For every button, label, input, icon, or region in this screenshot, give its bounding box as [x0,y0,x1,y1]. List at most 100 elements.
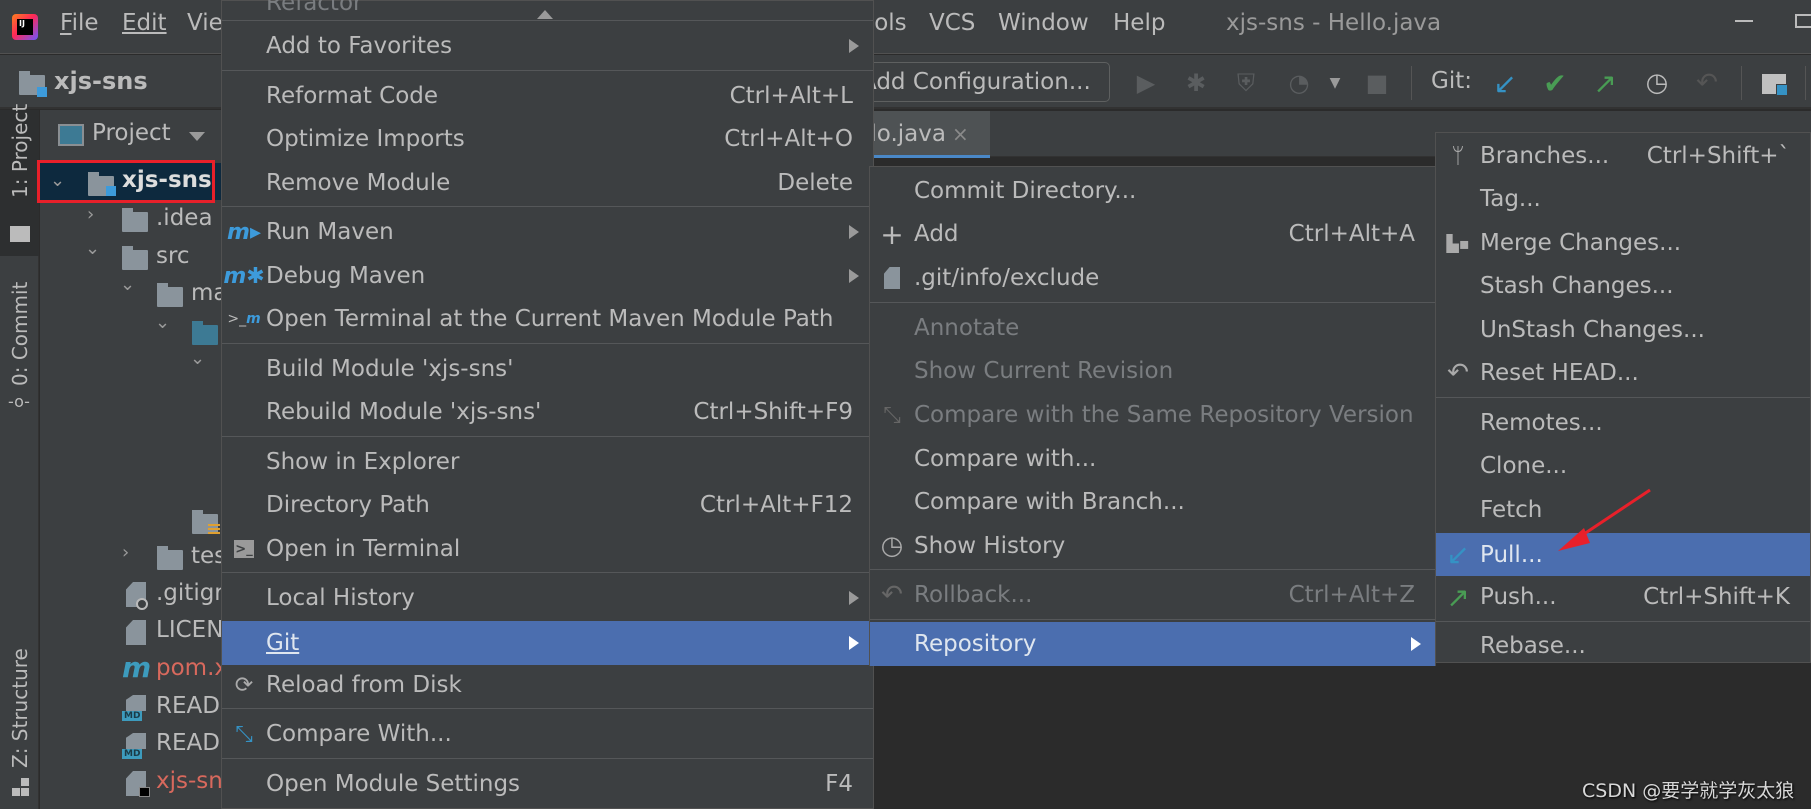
menu-item-compare-same-repo-version[interactable]: ⤡ Compare with the Same Repository Versio… [870,395,1435,435]
rollback-icon[interactable]: ↶ [1694,68,1720,98]
active-tab-indicator [860,155,990,158]
menu-item-compare-with-branch[interactable]: Compare with Branch... [870,482,1435,522]
close-icon[interactable]: × [952,122,969,146]
tool-window-project-label[interactable]: 1: Project [8,104,32,198]
git-submenu: Commit Directory... + Add Ctrl+Alt+A .git/… [869,166,1436,666]
menu-item-remotes[interactable]: Remotes... [1436,403,1810,443]
coverage-icon[interactable]: ⛨ [1233,69,1259,97]
tool-window-commit-label[interactable]: 0: Commit [8,282,32,386]
menu-item-compare-with[interactable]: ⤡ Compare With... [222,714,873,754]
menu-item-tag[interactable]: Tag... [1436,179,1810,219]
menu-item-repository[interactable]: Repository [870,622,1435,666]
project-structure-icon[interactable] [1762,72,1790,96]
menu-item-rebuild-module[interactable]: Rebuild Module 'xjs-sns' Ctrl+Shift+F9 [222,392,873,432]
folder-icon [122,208,148,232]
chevron-down-icon[interactable]: ⌄ [190,348,205,369]
tree-node-src[interactable]: src [156,243,190,269]
menu-item-build-module[interactable]: Build Module 'xjs-sns' [222,349,873,389]
chevron-right-icon[interactable]: › [87,204,94,225]
menu-edit[interactable]: Edit [122,10,167,36]
chevron-down-icon[interactable]: ▼ [1322,70,1348,96]
menu-item-label: Debug Maven [266,263,426,289]
menu-item-annotate[interactable]: Annotate [870,308,1435,348]
menu-item-commit-directory[interactable]: Commit Directory... [870,171,1435,211]
menu-item-run-maven[interactable]: m▸ Run Maven [222,212,873,252]
chevron-down-icon[interactable]: ⌄ [120,274,135,295]
project-view-selector[interactable]: Project [92,120,171,146]
run-icon[interactable]: ▶ [1133,69,1159,97]
menu-item-merge-changes[interactable]: ▙▪ Merge Changes... [1436,223,1810,263]
history-icon[interactable]: ◷ [1644,68,1670,98]
tree-node-pom[interactable]: pom.x [156,655,222,681]
menu-item-add[interactable]: + Add Ctrl+Alt+A [870,214,1435,254]
menu-item-label: Local History [266,585,415,611]
tree-node-readme-2[interactable]: READ [156,730,222,756]
tree-node-test[interactable]: tes [191,543,222,569]
chevron-down-icon[interactable] [189,132,205,141]
tree-node-readme[interactable]: READ [156,693,222,719]
menu-vcs[interactable]: VCS [929,10,975,36]
menu-item-directory-path[interactable]: Directory Path Ctrl+Alt+F12 [222,485,873,525]
menu-item-show-history[interactable]: ◷ Show History [870,526,1435,566]
git-push-icon[interactable]: ↗ [1592,67,1618,100]
menu-item-debug-maven[interactable]: m✱ Debug Maven [222,256,873,296]
tree-node-iml[interactable]: xjs-sn [156,768,222,794]
profile-icon[interactable]: ◔ [1286,69,1312,97]
menu-view[interactable]: View [187,10,221,36]
menu-separator [222,70,873,71]
tree-node-idea[interactable]: .idea [156,205,213,231]
menu-item-open-terminal-maven[interactable]: >_ m Open Terminal at the Current Maven Mo… [222,299,873,339]
breadcrumb-project[interactable]: xjs-sns [54,67,148,95]
menu-view-label: View [187,10,221,36]
git-update-icon[interactable]: ↙ [1492,67,1518,100]
scroll-up-arrow-icon[interactable] [537,10,553,19]
menu-item-open-in-terminal[interactable]: >_ Open in Terminal [222,529,873,569]
menu-item-local-history[interactable]: Local History [222,578,873,618]
chevron-down-icon[interactable]: ⌄ [85,238,100,259]
menu-item-git-info-exclude[interactable]: .git/info/exclude [870,258,1435,298]
tree-node-license[interactable]: LICEN [156,617,222,643]
debug-icon[interactable]: ✱ [1183,69,1209,97]
menu-help[interactable]: Help [1113,10,1165,36]
menu-edit-label: Edit [122,10,167,36]
submenu-arrow-icon [849,636,859,650]
menu-item-label: Compare with Branch... [914,489,1185,515]
tree-node-main[interactable]: ma [191,280,222,306]
menu-item-optimize-imports[interactable]: Optimize Imports Ctrl+Alt+O [222,119,873,159]
menu-separator [222,343,873,344]
menu-item-stash-changes[interactable]: Stash Changes... [1436,266,1810,306]
menu-item-reload-from-disk[interactable]: ⟳ Reload from Disk [222,665,873,705]
menu-item-open-module-settings[interactable]: Open Module Settings F4 [222,764,873,804]
commit-icon: -o- [8,392,30,411]
menu-item-shortcut: Ctrl+Shift+` [1646,143,1790,169]
menu-item-reset-head[interactable]: ↶ Reset HEAD... [1436,353,1810,393]
tool-window-structure-label[interactable]: Z: Structure [8,648,32,768]
menu-item-compare-with[interactable]: Compare with... [870,439,1435,479]
stop-icon[interactable]: ■ [1364,69,1390,97]
tree-node-gitignore[interactable]: .gitigr [156,580,222,606]
menu-separator [222,436,873,437]
menu-item-git[interactable]: Git [222,621,873,665]
chevron-down-icon[interactable]: ⌄ [155,312,170,333]
menu-item-reformat-code[interactable]: Reformat Code Ctrl+Alt+L [222,76,873,116]
menu-item-unstash-changes[interactable]: UnStash Changes... [1436,310,1810,350]
menu-item-show-in-explorer[interactable]: Show in Explorer [222,442,873,482]
push-icon: ↗ [1446,580,1470,614]
md-badge-icon: MD [122,711,143,721]
menu-item-remove-module[interactable]: Remove Module Delete [222,163,873,203]
git-commit-icon[interactable]: ✔ [1542,67,1568,100]
restore-icon[interactable] [1795,14,1811,28]
menu-item-label: Branches... [1480,143,1610,169]
menu-file[interactable]: File [60,10,99,36]
minimize-icon[interactable] [1735,20,1753,22]
menu-item-rebase[interactable]: Rebase... [1436,626,1810,666]
chevron-right-icon[interactable]: › [122,542,129,563]
menu-item-add-to-favorites[interactable]: Add to Favorites [222,26,873,66]
menu-item-push[interactable]: ↗ Push... Ctrl+Shift+K [1436,577,1810,617]
menu-separator [1436,621,1810,622]
menu-item-rollback[interactable]: ↶ Rollback... Ctrl+Alt+Z [870,575,1435,615]
menu-window[interactable]: Window [998,10,1089,36]
editor-tab-hello-java[interactable]: llo.java × [860,111,990,157]
menu-item-show-current-revision[interactable]: Show Current Revision [870,351,1435,391]
menu-item-branches[interactable]: ᛘ Branches... Ctrl+Shift+` [1436,136,1810,176]
